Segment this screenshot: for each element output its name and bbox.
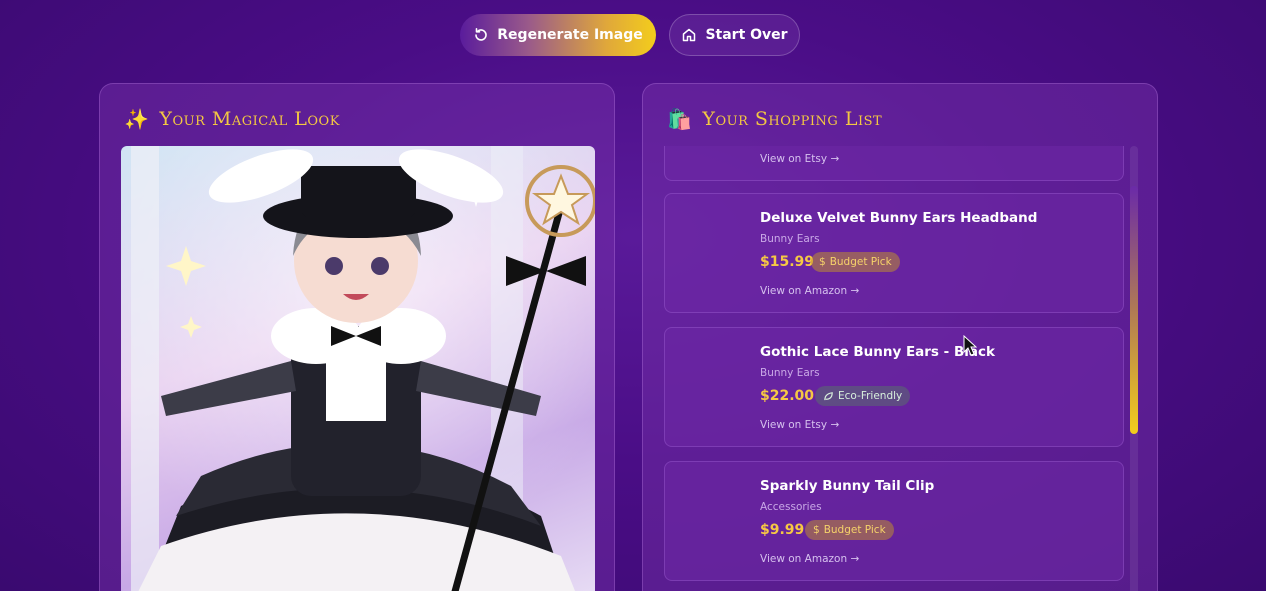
- product-name: Gothic Lace Bunny Ears - Black: [760, 344, 995, 360]
- product-price: $9.99: [760, 522, 805, 538]
- badge-label: Budget Pick: [823, 524, 886, 536]
- eco-friendly-badge: Eco-Friendly: [815, 386, 911, 406]
- product-category: Bunny Ears: [760, 367, 820, 379]
- product-price: $15.99: [760, 254, 815, 270]
- product-card: Sparkly Bunny Tail Clip Accessories $9.9…: [664, 461, 1124, 581]
- product-category: Bunny Ears: [760, 233, 820, 245]
- product-name: Deluxe Velvet Bunny Ears Headband: [760, 210, 1038, 226]
- scrollbar-track[interactable]: [1130, 146, 1138, 591]
- start-over-label: Start Over: [705, 27, 788, 43]
- refresh-icon: [475, 28, 488, 41]
- leaf-icon: [824, 391, 833, 400]
- generated-look-image: [121, 146, 595, 591]
- badge-label: Budget Pick: [829, 256, 892, 268]
- magical-look-title: ✨ Your Magical Look: [124, 106, 340, 132]
- mouse-cursor-icon: [963, 335, 977, 356]
- badge-label: Eco-Friendly: [838, 390, 903, 402]
- product-link[interactable]: View on Etsy →: [760, 419, 839, 431]
- shopping-list-title: 🛍️ Your Shopping List: [667, 106, 882, 132]
- regenerate-image-button[interactable]: Regenerate Image: [460, 14, 656, 56]
- magical-look-panel: ✨ Your Magical Look: [99, 83, 615, 591]
- product-category: Accessories: [760, 501, 822, 513]
- top-actions: Regenerate Image Start Over: [0, 14, 1266, 56]
- product-name: Sparkly Bunny Tail Clip: [760, 478, 935, 494]
- product-card: View on Etsy →: [664, 146, 1124, 181]
- home-icon: [683, 28, 696, 42]
- scrollbar-thumb[interactable]: [1130, 186, 1138, 434]
- start-over-button[interactable]: Start Over: [669, 14, 800, 56]
- shopping-bags-icon: 🛍️: [667, 107, 693, 131]
- magical-look-heading: Your Magical Look: [159, 108, 340, 130]
- shopping-list-heading: Your Shopping List: [702, 108, 883, 130]
- budget-pick-badge: $ Budget Pick: [805, 520, 894, 540]
- product-link[interactable]: View on Etsy →: [760, 153, 839, 165]
- shopping-list-panel: 🛍️ Your Shopping List View on Etsy → Del…: [642, 83, 1158, 591]
- product-link[interactable]: View on Amazon →: [760, 553, 859, 565]
- shopping-list-scroll[interactable]: View on Etsy → Deluxe Velvet Bunny Ears …: [664, 146, 1140, 591]
- dollar-icon: $: [819, 256, 826, 268]
- dollar-icon: $: [813, 524, 820, 536]
- product-link[interactable]: View on Amazon →: [760, 285, 859, 297]
- product-price: $22.00: [760, 388, 815, 404]
- product-card: Deluxe Velvet Bunny Ears Headband Bunny …: [664, 193, 1124, 313]
- budget-pick-badge: $ Budget Pick: [811, 252, 900, 272]
- sparkles-icon: ✨: [124, 107, 150, 131]
- product-card: Gothic Lace Bunny Ears - Black Bunny Ear…: [664, 327, 1124, 447]
- regenerate-label: Regenerate Image: [497, 27, 643, 43]
